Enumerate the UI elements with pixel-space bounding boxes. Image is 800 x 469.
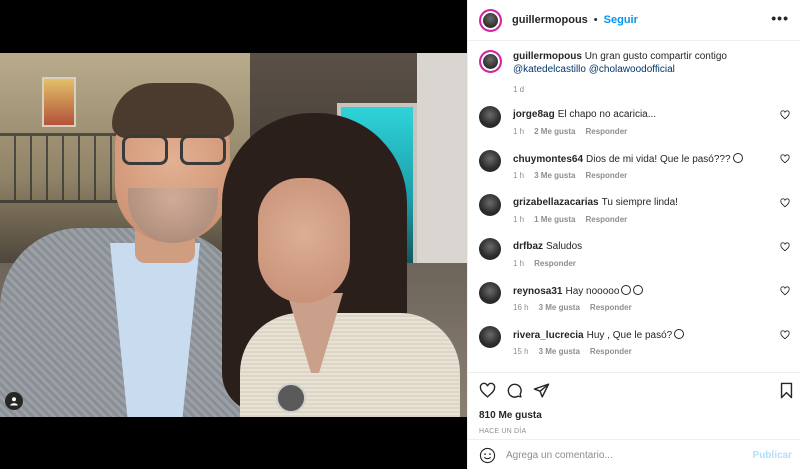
comment-time[interactable]: 1 h xyxy=(513,215,524,224)
reply-button[interactable]: Responder xyxy=(585,127,627,136)
comment-username[interactable]: rivera_lucrecia xyxy=(513,330,584,341)
commenter-avatar[interactable] xyxy=(479,238,501,260)
comment-item: rivera_lucrecia Huy , Que le pasó? 15 h 3 … xyxy=(479,326,794,366)
comment-text: Huy , Que le pasó? xyxy=(586,330,673,341)
follow-button[interactable]: Seguir xyxy=(604,14,638,26)
comment-text: El chapo no acaricia... xyxy=(557,109,657,120)
caption-username[interactable]: guillermopous xyxy=(513,51,582,62)
photo-woman-top xyxy=(240,313,460,417)
comment-item: grizabellazacarias Tu siempre linda! 1 h 1… xyxy=(479,194,794,234)
author-avatar[interactable] xyxy=(479,8,502,32)
reply-button[interactable]: Responder xyxy=(585,215,627,224)
post-caption: guillermopous Un gran gusto compartir co… xyxy=(479,50,794,96)
comment-likes[interactable]: 2 Me gusta xyxy=(534,127,575,136)
comment-likes[interactable]: 3 Me gusta xyxy=(534,171,575,180)
comment-time[interactable]: 1 h xyxy=(513,171,524,180)
comment-time[interactable]: 1 h xyxy=(513,127,524,136)
photo-background-railing xyxy=(0,133,130,203)
reply-button[interactable]: Responder xyxy=(590,347,632,356)
comment-text: Saludos xyxy=(546,241,583,252)
comment-like-heart-icon[interactable] xyxy=(780,242,790,252)
commenter-avatar[interactable] xyxy=(479,194,501,216)
reply-button[interactable]: Responder xyxy=(590,303,632,312)
post-media xyxy=(0,0,467,469)
emoji-icon xyxy=(633,285,644,295)
photo-background-painting xyxy=(42,77,76,127)
comment-username[interactable]: jorge8ag xyxy=(513,109,555,120)
photo-background-wall-right xyxy=(417,53,467,293)
person-tag-icon[interactable] xyxy=(5,392,23,410)
comment-text: Hay nooooo xyxy=(565,286,620,297)
comment-input[interactable]: Agrega un comentario... xyxy=(506,450,613,461)
post-photo[interactable] xyxy=(0,53,467,417)
publish-button[interactable]: Publicar xyxy=(753,450,792,461)
emoji-icon xyxy=(674,329,685,339)
comment-like-heart-icon[interactable] xyxy=(780,330,790,340)
comment-like-heart-icon[interactable] xyxy=(780,154,790,164)
comment-time[interactable]: 1 h xyxy=(513,259,524,268)
author-username[interactable]: guillermopous xyxy=(512,14,588,26)
comment-time[interactable]: 16 h xyxy=(513,303,529,312)
commenter-avatar[interactable] xyxy=(479,106,501,128)
caption-text: Un gran gusto compartir contigo xyxy=(584,51,727,62)
photo-woman-face xyxy=(258,178,350,303)
photo-pendant xyxy=(276,383,306,413)
photo-man-hair xyxy=(112,83,234,138)
more-options-icon[interactable]: ••• xyxy=(771,10,789,26)
commenter-avatar[interactable] xyxy=(479,150,501,172)
reply-button[interactable]: Responder xyxy=(534,259,576,268)
commenter-avatar[interactable] xyxy=(479,282,501,304)
post-time-ago[interactable]: HACE UN DÍA xyxy=(479,428,526,435)
comment-item: reynosa31 Hay nooooo 16 h 3 Me gusta Respon… xyxy=(479,282,794,322)
heart-icon[interactable] xyxy=(479,382,496,399)
emoji-icon xyxy=(621,285,632,295)
caption-mention[interactable]: @katedelcastillo xyxy=(513,64,586,75)
bookmark-icon[interactable] xyxy=(778,382,795,399)
post-header: guillermopous • Seguir ••• xyxy=(468,0,800,41)
header-separator: • xyxy=(593,14,598,26)
comment-like-heart-icon[interactable] xyxy=(780,110,790,120)
comment-icon[interactable] xyxy=(506,382,523,399)
reply-button[interactable]: Responder xyxy=(585,171,627,180)
comment-username[interactable]: reynosa31 xyxy=(513,286,562,297)
comment-likes[interactable]: 3 Me gusta xyxy=(539,303,580,312)
comment-like-heart-icon[interactable] xyxy=(780,198,790,208)
comment-like-heart-icon[interactable] xyxy=(780,286,790,296)
post-actions: 810 Me gusta HACE UN DÍA Agrega un comen… xyxy=(468,372,800,469)
comment-likes[interactable]: 3 Me gusta xyxy=(539,347,580,356)
commenter-avatar[interactable] xyxy=(479,326,501,348)
comment-item: jorge8ag El chapo no acaricia... 1 h 2 Me … xyxy=(479,106,794,146)
add-comment-bar: Agrega un comentario... Publicar xyxy=(468,439,800,469)
comment-username[interactable]: chuymontes64 xyxy=(513,154,583,165)
comment-username[interactable]: grizabellazacarias xyxy=(513,197,599,208)
comment-item: chuymontes64 Dios de mi vida! Que le pasó… xyxy=(479,150,794,190)
smiley-icon[interactable] xyxy=(479,447,496,464)
comment-text: Tu siempre linda! xyxy=(601,197,678,208)
caption-timestamp[interactable]: 1 d xyxy=(513,83,794,96)
emoji-icon xyxy=(732,153,743,163)
likes-count[interactable]: 810 Me gusta xyxy=(479,410,542,421)
post-side-panel: guillermopous • Seguir ••• guillermopous… xyxy=(467,0,800,469)
caption-mention[interactable]: @cholawoodofficial xyxy=(589,64,675,75)
comment-username[interactable]: drfbaz xyxy=(513,241,543,252)
paper-plane-icon[interactable] xyxy=(533,382,550,399)
comment-item: drfbaz Saludos 1 h Responder xyxy=(479,238,794,278)
comment-text: Dios de mi vida! Que le pasó??? xyxy=(586,154,731,165)
caption-author-avatar[interactable] xyxy=(479,50,502,73)
comment-time[interactable]: 15 h xyxy=(513,347,529,356)
photo-man-glasses xyxy=(122,135,226,167)
comment-likes[interactable]: 1 Me gusta xyxy=(534,215,575,224)
